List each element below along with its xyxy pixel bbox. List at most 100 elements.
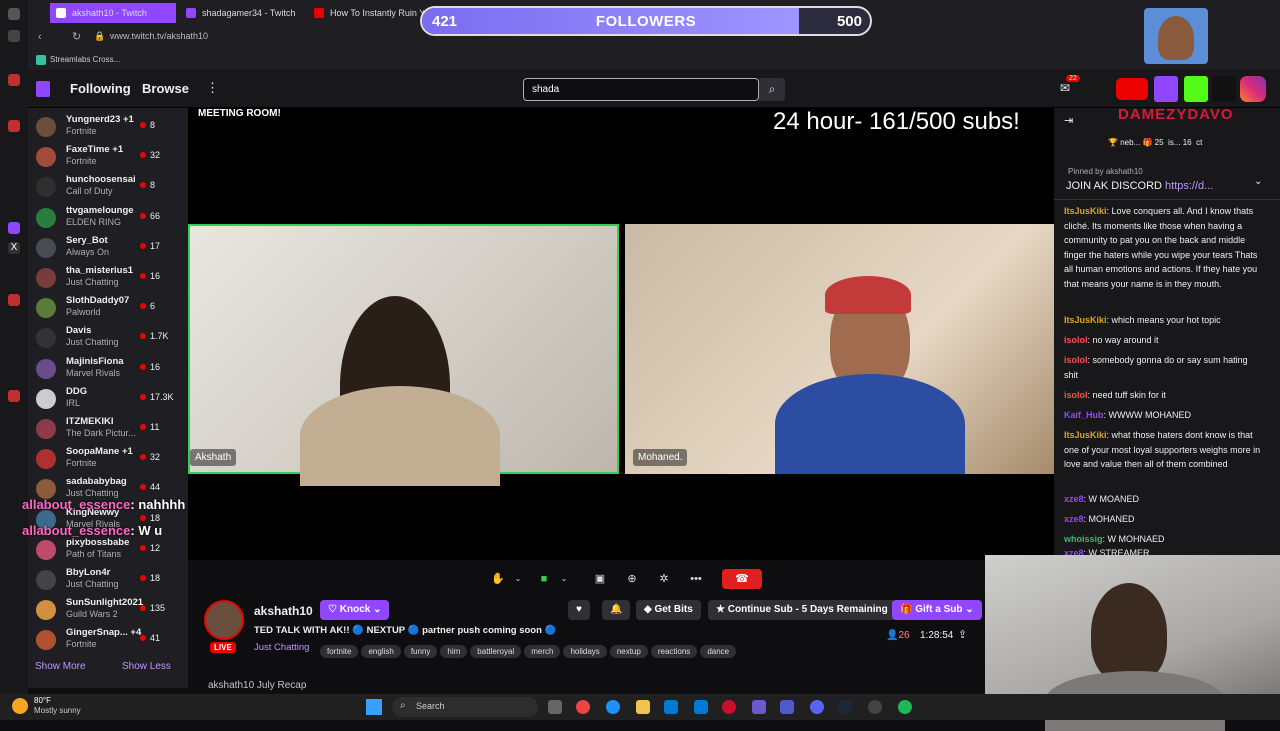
- browser-tab-active[interactable]: akshath10 - Twitch: [50, 3, 176, 23]
- nav-following[interactable]: Following: [70, 81, 131, 96]
- raise-hand-icon[interactable]: ✋: [488, 569, 508, 589]
- chat-message[interactable]: ItsJusKiki: what those haters dont know …: [1064, 428, 1264, 472]
- teams-icon[interactable]: [780, 700, 794, 714]
- chat-message[interactable]: isolol: need tuff skin for it: [1064, 388, 1264, 403]
- pinned-link[interactable]: https://d...: [1165, 180, 1213, 192]
- stream-tag[interactable]: english: [361, 645, 401, 658]
- discord-icon[interactable]: [810, 700, 824, 714]
- chat-message[interactable]: isolol: no way around it: [1064, 333, 1264, 348]
- chevron-down-icon[interactable]: ⌄: [1254, 176, 1262, 187]
- opera-icon[interactable]: [722, 700, 736, 714]
- chat-username[interactable]: isolol: [1064, 355, 1088, 365]
- sidebar-channel[interactable]: SoopaMane +1 Fortnite 32: [34, 446, 184, 476]
- url-text[interactable]: www.twitch.tv/akshath10: [110, 31, 208, 41]
- chat-username[interactable]: ItsJusKiki: [1064, 206, 1107, 216]
- streamer-avatar[interactable]: [204, 600, 244, 640]
- sidebar-channel[interactable]: BbyLon4r Just Chatting 18: [34, 567, 184, 597]
- chat-username[interactable]: ItsJusKiki: [1064, 430, 1107, 440]
- chat-message[interactable]: ItsJusKiki: which means your hot topic: [1064, 313, 1264, 328]
- app-icon[interactable]: [752, 700, 766, 714]
- stream-tag[interactable]: fortnite: [320, 645, 359, 658]
- chat-message[interactable]: isolol: somebody gonna do or say sum hat…: [1064, 353, 1264, 382]
- search-button[interactable]: ⌕: [759, 78, 785, 101]
- channel-name[interactable]: akshath10: [254, 604, 313, 618]
- inbox-icon[interactable]: ✉: [1060, 81, 1070, 95]
- collapse-chat-icon[interactable]: ⇥: [1064, 114, 1073, 127]
- gift-sub-button[interactable]: 🎁 Gift a Sub ⌄: [892, 600, 982, 620]
- stream-tag[interactable]: holidays: [563, 645, 607, 658]
- gamepad-icon[interactable]: ⊕: [622, 569, 642, 589]
- twitch-logo-icon[interactable]: [36, 81, 50, 97]
- taskbar-search[interactable]: ⌕ Search: [392, 697, 538, 717]
- show-less-link[interactable]: Show Less: [122, 661, 171, 672]
- stream-tag[interactable]: nextup: [609, 645, 648, 658]
- app-icon[interactable]: [8, 74, 20, 86]
- notifications-button[interactable]: 🔔: [602, 600, 631, 620]
- follow-heart-button[interactable]: ♥: [568, 600, 590, 620]
- stream-tag[interactable]: dance: [700, 645, 737, 658]
- sidebar-channel[interactable]: SlothDaddy07 Palworld 6: [34, 295, 184, 325]
- chat-username[interactable]: xze8: [1064, 494, 1084, 504]
- edge-icon[interactable]: [606, 700, 620, 714]
- more-options-icon[interactable]: •••: [686, 569, 706, 589]
- sidebar-channel[interactable]: Yungnerd23 +1 Fortnite 8: [34, 114, 184, 144]
- bookmark-item[interactable]: Streamlabs Cross...: [50, 55, 120, 64]
- store-icon[interactable]: [664, 700, 678, 714]
- sidebar-channel[interactable]: GingerSnap... +4 Fortnite 41: [34, 627, 184, 657]
- nav-browse[interactable]: Browse: [142, 81, 189, 96]
- effects-icon[interactable]: ✲: [654, 569, 674, 589]
- app-icon[interactable]: [8, 120, 20, 132]
- sidebar-channel[interactable]: FaxeTime +1 Fortnite 32: [34, 144, 184, 174]
- spotify-icon[interactable]: [898, 700, 912, 714]
- continue-sub-button[interactable]: ★ Continue Sub - 5 Days Remaining: [708, 600, 896, 620]
- chat-username[interactable]: isolol: [1064, 390, 1088, 400]
- get-bits-button[interactable]: ◆ Get Bits: [636, 600, 701, 620]
- app-icon[interactable]: [8, 294, 20, 306]
- app-icon[interactable]: [8, 8, 20, 20]
- sidebar-channel[interactable]: ITZMEKIKI The Dark Pictur... 11: [34, 416, 184, 446]
- chat-username[interactable]: whoissig: [1064, 534, 1103, 544]
- show-more-link[interactable]: Show More: [35, 661, 86, 672]
- sidebar-channel[interactable]: MajinisFiona Marvel Rivals 16: [34, 356, 184, 386]
- sidebar-channel[interactable]: hunchoosensai Call of Duty 8: [34, 174, 184, 204]
- hang-up-button[interactable]: ☎: [722, 569, 762, 589]
- chat-username[interactable]: xze8: [1064, 514, 1084, 524]
- obs-icon[interactable]: [868, 700, 882, 714]
- chat-message[interactable]: Kaif_Hub: WWWW MOHANED: [1064, 408, 1264, 423]
- stream-tag[interactable]: reactions: [650, 645, 698, 658]
- sidebar-channel[interactable]: Sery_Bot Always On 17: [34, 235, 184, 265]
- twitch-app-icon[interactable]: [8, 222, 20, 234]
- task-view-icon[interactable]: [548, 700, 562, 714]
- stream-tag[interactable]: merch: [524, 645, 561, 658]
- chat-username[interactable]: isolol: [1064, 335, 1088, 345]
- reload-icon[interactable]: ↻: [72, 30, 81, 43]
- pinned-message[interactable]: Pinned by akshath10 JOIN AK DISCORD http…: [1054, 160, 1280, 200]
- sidebar-channel[interactable]: Davis Just Chatting 1.7K: [34, 325, 184, 355]
- sidebar-channel[interactable]: tha_misterius1 Just Chatting 16: [34, 265, 184, 295]
- chevron-down-icon[interactable]: ⌄: [554, 569, 574, 589]
- outlook-icon[interactable]: [694, 700, 708, 714]
- sidebar-channel[interactable]: SunSunlight2021 Guild Wars 2 135: [34, 597, 184, 627]
- steam-icon[interactable]: [838, 700, 852, 714]
- recap-banner[interactable]: akshath10 July Recap: [208, 680, 306, 691]
- stream-tag[interactable]: funny: [403, 645, 438, 658]
- app-icon[interactable]: [8, 390, 20, 402]
- search-input[interactable]: shada: [523, 78, 759, 101]
- weather-icon[interactable]: [12, 698, 28, 714]
- browser-tab[interactable]: shadagamer34 - Twitch: [180, 3, 300, 23]
- chat-message[interactable]: whoissig: W MOHNAED: [1064, 532, 1264, 547]
- share-icon[interactable]: ⇪: [958, 628, 967, 641]
- back-icon[interactable]: ‹: [38, 31, 42, 43]
- sidebar-channel[interactable]: pixybossbabe Path of Titans 12: [34, 537, 184, 567]
- knock-button[interactable]: ♡ Knock ⌄: [320, 600, 390, 620]
- chat-username[interactable]: Kaif_Hub: [1064, 410, 1104, 420]
- sidebar-channel[interactable]: DDG IRL 17.3K: [34, 386, 184, 416]
- more-icon[interactable]: ⋮: [206, 80, 219, 96]
- file-explorer-icon[interactable]: [636, 700, 650, 714]
- stream-tag[interactable]: him: [440, 645, 468, 658]
- chevron-down-icon[interactable]: ⌄: [508, 569, 528, 589]
- app-icon[interactable]: [8, 30, 20, 42]
- camera-icon[interactable]: ■: [534, 569, 554, 589]
- stream-category[interactable]: Just Chatting: [254, 642, 309, 653]
- chat-message[interactable]: xze8: W MOANED: [1064, 492, 1264, 507]
